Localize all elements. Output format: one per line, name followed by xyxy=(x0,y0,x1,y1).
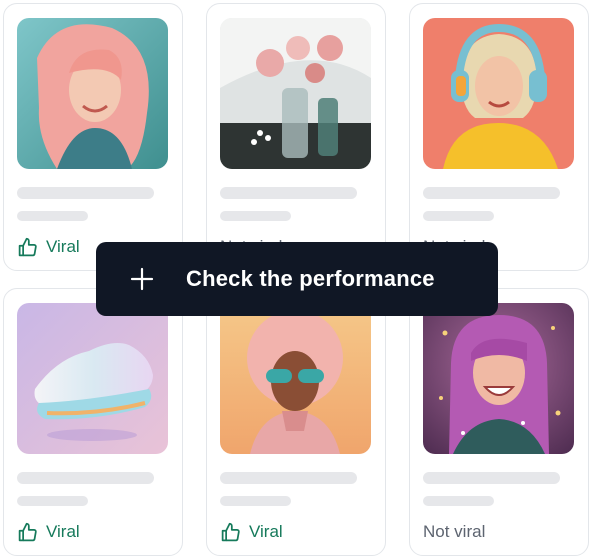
status-label: Viral xyxy=(17,521,80,543)
placeholder-line xyxy=(423,187,560,199)
content-card[interactable]: Viral xyxy=(3,3,183,271)
card-image xyxy=(17,18,168,169)
placeholder-line xyxy=(423,211,494,221)
status-text: Viral xyxy=(46,237,80,256)
card-image xyxy=(423,18,574,169)
placeholder-line xyxy=(17,472,154,484)
content-card[interactable]: Viral xyxy=(3,288,183,556)
placeholder-line xyxy=(220,472,357,484)
placeholder-line xyxy=(220,187,357,199)
status-label: Viral xyxy=(220,521,283,543)
thumbs-up-icon xyxy=(18,237,37,256)
thumbs-up-icon xyxy=(221,522,240,541)
placeholder-line xyxy=(220,211,291,221)
status-label: Not viral xyxy=(423,521,485,543)
status-text: Viral xyxy=(249,522,283,541)
placeholder-line xyxy=(220,496,291,506)
card-image xyxy=(220,303,371,454)
placeholder-line xyxy=(17,211,88,221)
status-text: Viral xyxy=(46,522,80,541)
card-image xyxy=(17,303,168,454)
placeholder-line xyxy=(17,187,154,199)
content-card[interactable]: Viral xyxy=(206,288,386,556)
status-label: Viral xyxy=(17,236,80,258)
status-text: Not viral xyxy=(423,522,486,541)
content-card[interactable]: Not viral xyxy=(409,288,589,556)
thumbs-up-icon xyxy=(18,522,37,541)
placeholder-line xyxy=(423,496,494,506)
card-image xyxy=(220,18,371,169)
placeholder-line xyxy=(17,496,88,506)
check-performance-button[interactable]: Check the performance xyxy=(96,242,498,316)
content-card[interactable]: Not viral xyxy=(409,3,589,271)
content-card[interactable]: Not viral xyxy=(206,3,386,271)
plus-icon xyxy=(130,267,154,291)
placeholder-line xyxy=(423,472,560,484)
check-performance-label: Check the performance xyxy=(186,266,435,291)
card-image xyxy=(423,303,574,454)
